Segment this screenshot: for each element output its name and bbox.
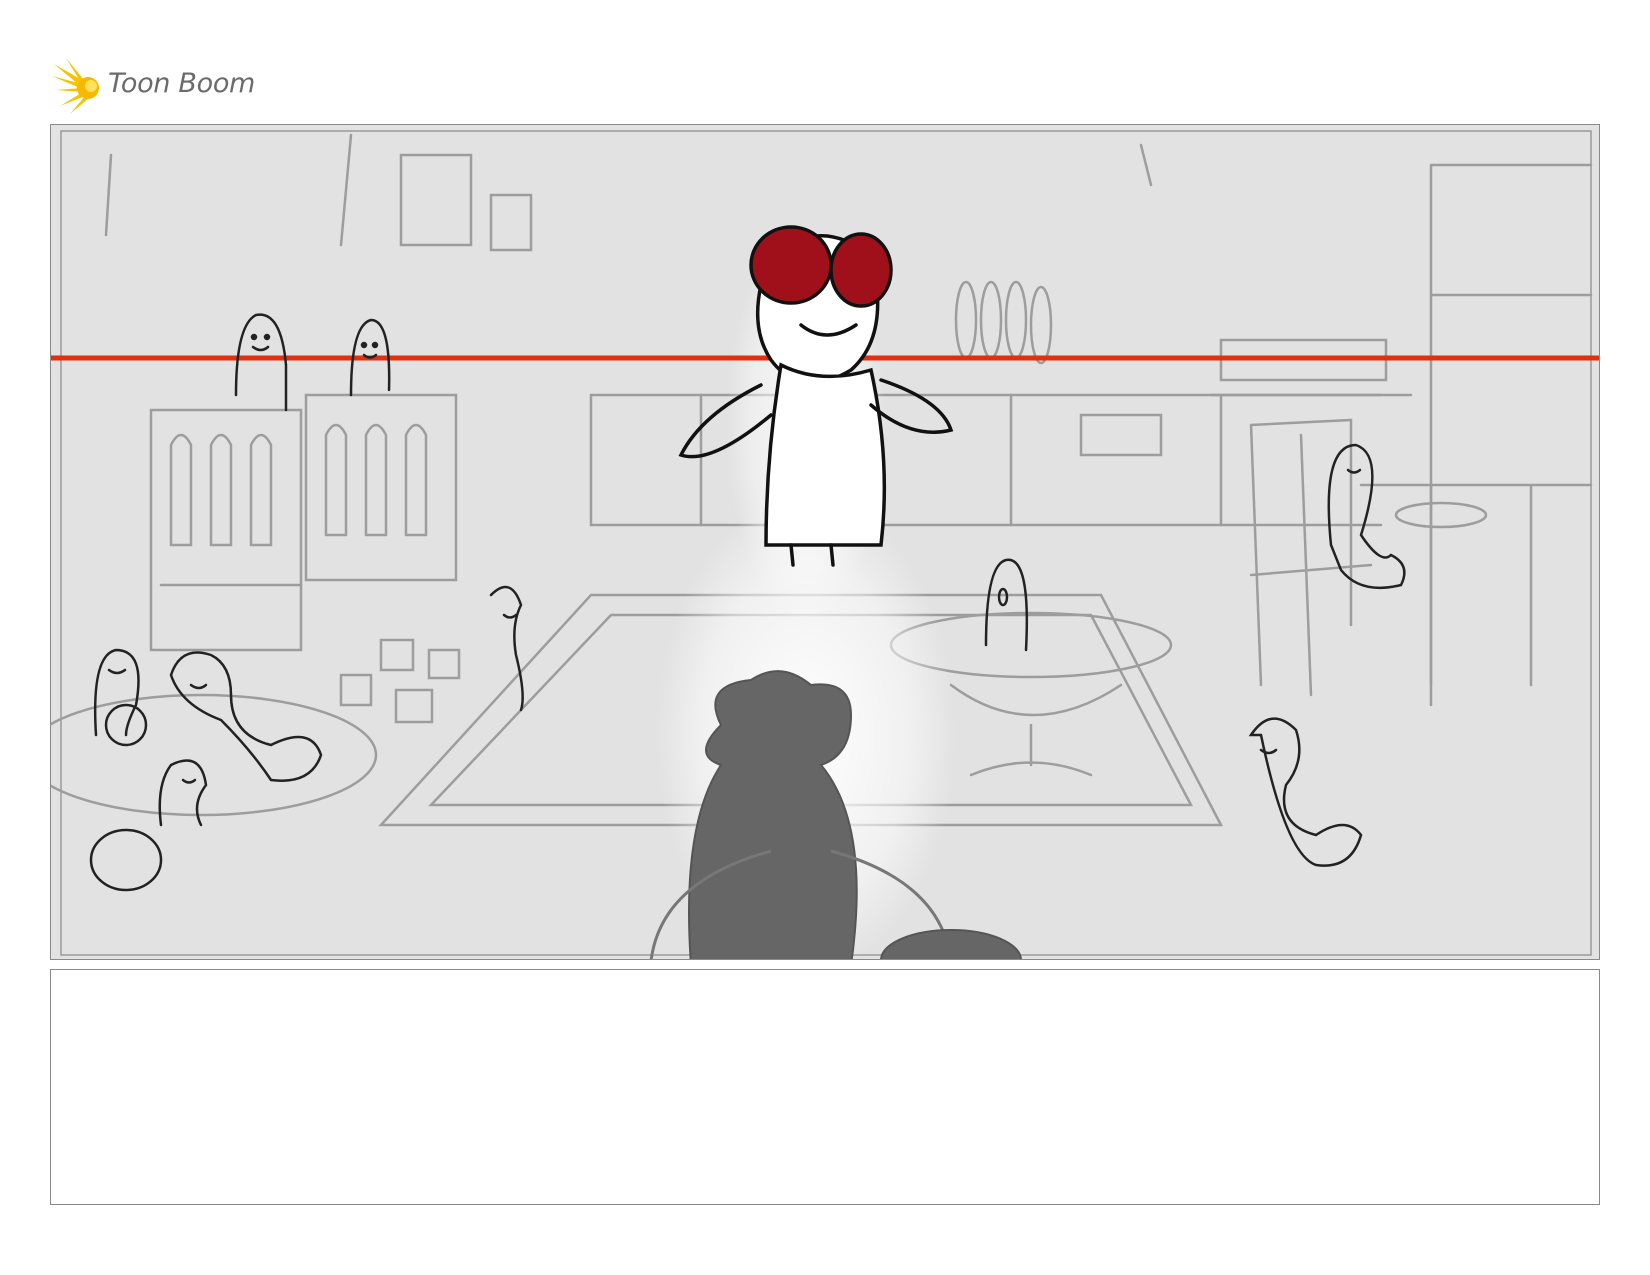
panel-notes-box[interactable] — [50, 969, 1600, 1205]
worm-creature — [234, 313, 288, 412]
storyboard-panel — [50, 124, 1600, 960]
worm-creature — [89, 759, 208, 892]
worm-creature — [93, 648, 148, 747]
storyboard-sketch — [51, 130, 1599, 959]
worm-creature — [1248, 717, 1363, 867]
toon-boom-logo: Toon Boom — [52, 58, 312, 114]
logo-wordmark: Toon Boom — [108, 68, 256, 99]
worm-creature — [489, 585, 524, 712]
worm-creature — [984, 558, 1029, 652]
starburst-logo-icon — [52, 58, 99, 114]
